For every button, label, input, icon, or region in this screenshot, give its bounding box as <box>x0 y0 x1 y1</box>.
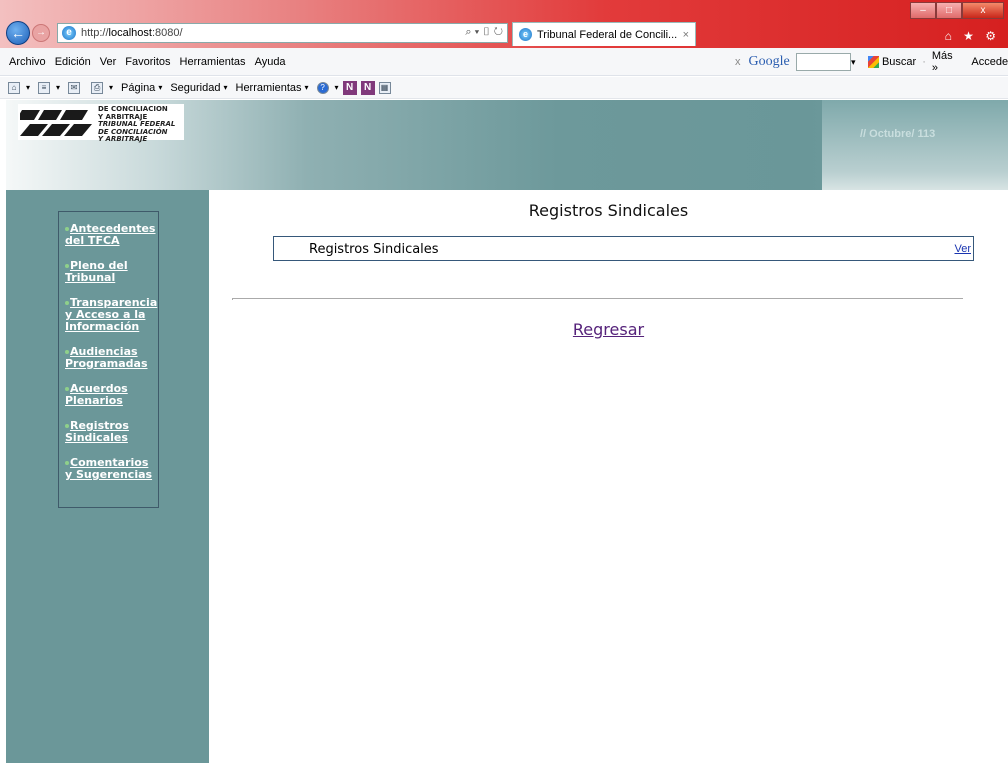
menu-ver[interactable]: Ver <box>100 56 117 68</box>
ie-tab-icon: e <box>519 28 532 41</box>
web-page: DE CONCILIACION Y ARBITRAJE TRIBUNAL FED… <box>6 100 1008 763</box>
google-more-button[interactable]: Más » <box>932 50 960 74</box>
home-favorites-settings-icons[interactable]: ⌂ ★ ⚙ <box>945 29 1000 43</box>
address-tools-icons[interactable]: ⌕ ▾ ▯ ↻ <box>465 26 503 39</box>
home-button[interactable]: ⌂ ▾ <box>8 81 30 94</box>
bullet-icon <box>65 227 69 231</box>
menu-herramientas[interactable]: Herramientas <box>180 56 246 68</box>
tab-title: Tribunal Federal de Concili... <box>537 28 678 41</box>
command-bar: ⌂ ▾ ≡ ▾ ✉ ⎙ ▾ Página ▾ Seguridad ▾ Herramient… <box>0 77 1008 99</box>
feeds-icon: ≡ <box>38 81 51 94</box>
print-icon: ⎙ <box>91 81 104 94</box>
onenote-icon[interactable]: N <box>342 80 357 95</box>
research-icon[interactable]: ▦ <box>378 81 391 94</box>
google-login-button[interactable]: Acceder <box>971 56 1008 68</box>
feeds-button[interactable]: ≡ ▾ <box>38 81 60 94</box>
menu-archivo[interactable]: Archivo <box>9 56 46 68</box>
menu-ayuda[interactable]: Ayuda <box>255 56 286 68</box>
tools-menu[interactable]: Herramientas ▾ <box>236 82 309 94</box>
main-content: Registros Sindicales Registros Sindicale… <box>209 190 1008 763</box>
date-panel: // Octubre/ 113 <box>822 100 1008 190</box>
help-button[interactable]: ? ▾ <box>316 81 339 94</box>
browser-title-bar: ← → e http://localhost:8080/ ⌕ ▾ ▯ ↻ e T… <box>0 0 1008 48</box>
google-search-icon <box>867 56 879 68</box>
sidebar: Antecedentes del TFCA Pleno del Tribunal… <box>6 190 209 763</box>
sidebar-item-antecedentes[interactable]: Antecedentes del TFCA <box>65 223 158 247</box>
close-window-button[interactable]: x <box>962 2 1004 19</box>
bullet-icon <box>65 301 69 305</box>
sidebar-item-transparencia[interactable]: Transparencia y Acceso a la Información <box>65 297 158 333</box>
bullet-icon <box>65 461 69 465</box>
minimize-button[interactable]: – <box>910 2 936 19</box>
google-logo: Google <box>748 54 790 69</box>
ie-page-icon: e <box>62 26 76 40</box>
mail-icon: ✉ <box>68 81 81 94</box>
sidebar-menu: Antecedentes del TFCA Pleno del Tribunal… <box>58 211 159 508</box>
help-icon: ? <box>316 81 329 94</box>
google-toolbar: x Google ▾ Buscar · Más » Acceder <box>735 50 1008 74</box>
bullet-icon <box>65 264 69 268</box>
window-controls: – □ x <box>910 2 1004 19</box>
tfca-logo-text: DE CONCILIACION Y ARBITRAJE TRIBUNAL FED… <box>98 105 176 143</box>
sidebar-item-comentarios[interactable]: Comentarios y Sugerencias <box>65 457 158 481</box>
google-search-button[interactable]: Buscar <box>882 56 916 68</box>
regresar-link[interactable]: Regresar <box>209 320 1008 339</box>
tab-close-icon[interactable]: × <box>683 29 689 41</box>
mail-button[interactable]: ✉ <box>68 81 83 94</box>
browser-tab[interactable]: e Tribunal Federal de Concili... × <box>512 22 696 46</box>
print-button[interactable]: ⎙ ▾ <box>91 81 113 94</box>
back-button[interactable]: ← <box>6 21 30 45</box>
menu-favoritos[interactable]: Favoritos <box>125 56 170 68</box>
address-text: http://localhost:8080/ <box>81 27 183 39</box>
tfca-logo-mark-icon <box>20 110 92 136</box>
bullet-icon <box>65 350 69 354</box>
google-search-input[interactable] <box>795 53 852 71</box>
site-header: DE CONCILIACION Y ARBITRAJE TRIBUNAL FED… <box>6 100 1008 190</box>
security-menu[interactable]: Seguridad ▾ <box>170 82 227 94</box>
sidebar-item-pleno[interactable]: Pleno del Tribunal <box>65 260 158 284</box>
maximize-button[interactable]: □ <box>936 2 962 19</box>
sidebar-item-registros[interactable]: Registros Sindicales <box>65 420 158 444</box>
registros-row-label: Registros Sindicales <box>309 242 439 257</box>
chevron-down-icon[interactable]: ▾ <box>851 57 864 68</box>
tfca-logo: DE CONCILIACION Y ARBITRAJE TRIBUNAL FED… <box>18 104 184 143</box>
bullet-icon <box>65 424 69 428</box>
home-icon: ⌂ <box>8 81 20 94</box>
sidebar-item-audiencias[interactable]: Audiencias Programadas <box>65 346 158 370</box>
page-menu[interactable]: Página ▾ <box>121 82 162 94</box>
date-text: // Octubre/ 113 <box>860 128 936 140</box>
address-bar[interactable]: e http://localhost:8080/ ⌕ ▾ ▯ ↻ <box>57 23 508 43</box>
separator: · <box>922 56 926 68</box>
onenote-linked-icon[interactable]: N <box>360 80 375 95</box>
forward-button[interactable]: → <box>32 24 50 42</box>
bullet-icon <box>65 387 69 391</box>
sidebar-item-acuerdos[interactable]: Acuerdos Plenarios <box>65 383 158 407</box>
menu-edicion[interactable]: Edición <box>55 56 91 68</box>
google-close-icon[interactable]: x <box>735 56 741 68</box>
page-title: Registros Sindicales <box>528 201 689 220</box>
registros-row: Registros Sindicales Ver <box>273 236 974 261</box>
divider <box>232 298 963 300</box>
ver-link[interactable]: Ver <box>954 243 971 255</box>
